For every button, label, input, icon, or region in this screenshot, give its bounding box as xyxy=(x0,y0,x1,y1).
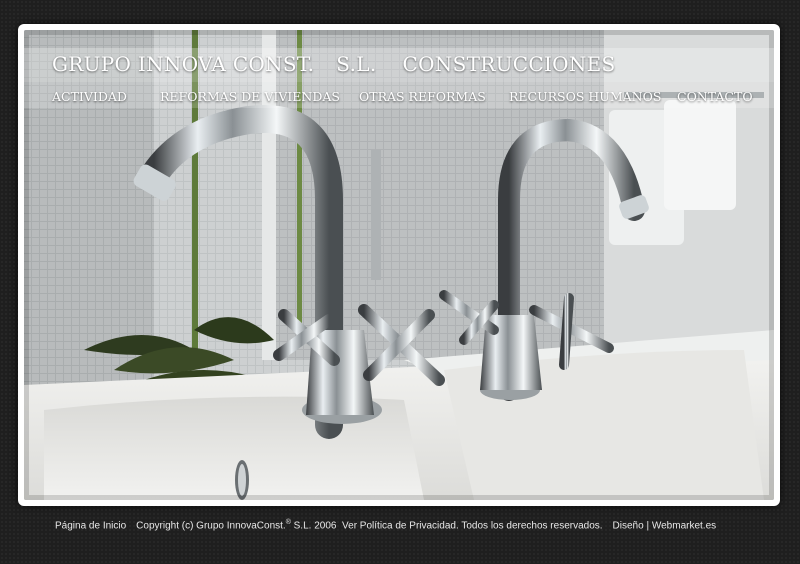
company-tagline: CONSTRUCCIONES xyxy=(402,52,616,76)
nav-item-recursos-humanos[interactable]: RECURSOS HUMANOS xyxy=(509,89,661,104)
registered-mark: ® xyxy=(285,519,291,526)
nav-item-reformas-viviendas[interactable]: REFORMAS DE VIVIENDAS xyxy=(160,89,340,104)
hero-frame: GRUPO INNOVA CONST. S.L. CONSTRUCCIONES AC… xyxy=(18,24,780,506)
design-label: Diseño xyxy=(612,520,644,532)
footer: Página de Inicio Copyright (c) Grupo Inno… xyxy=(55,519,775,533)
designer-link[interactable]: Webmarket.es xyxy=(652,520,716,531)
main-nav: ACTIVIDAD REFORMAS DE VIVIENDAS OTRAS RE… xyxy=(24,89,774,109)
hero-photo: GRUPO INNOVA CONST. S.L. CONSTRUCCIONES AC… xyxy=(24,30,774,500)
company-name: GRUPO INNOVA CONST. xyxy=(52,52,315,76)
home-link[interactable]: Página de Inicio xyxy=(55,520,126,531)
company-suffix: S.L. xyxy=(336,52,377,76)
privacy-link[interactable]: Ver Política de Privacidad. xyxy=(342,520,459,531)
nav-item-otras-reformas[interactable]: OTRAS REFORMAS xyxy=(359,89,486,104)
nav-item-contacto[interactable]: CONTACTO xyxy=(677,89,753,104)
site-title: GRUPO INNOVA CONST. S.L. CONSTRUCCIONES xyxy=(52,52,638,76)
nav-item-actividad[interactable]: ACTIVIDAD xyxy=(52,89,127,104)
footer-separator: | xyxy=(646,520,650,532)
copyright-suffix: S.L. 2006 xyxy=(293,520,337,532)
copyright-prefix: Copyright (c) Grupo InnovaConst. xyxy=(136,520,286,532)
rights-text: Todos los derechos reservados. xyxy=(461,520,603,532)
